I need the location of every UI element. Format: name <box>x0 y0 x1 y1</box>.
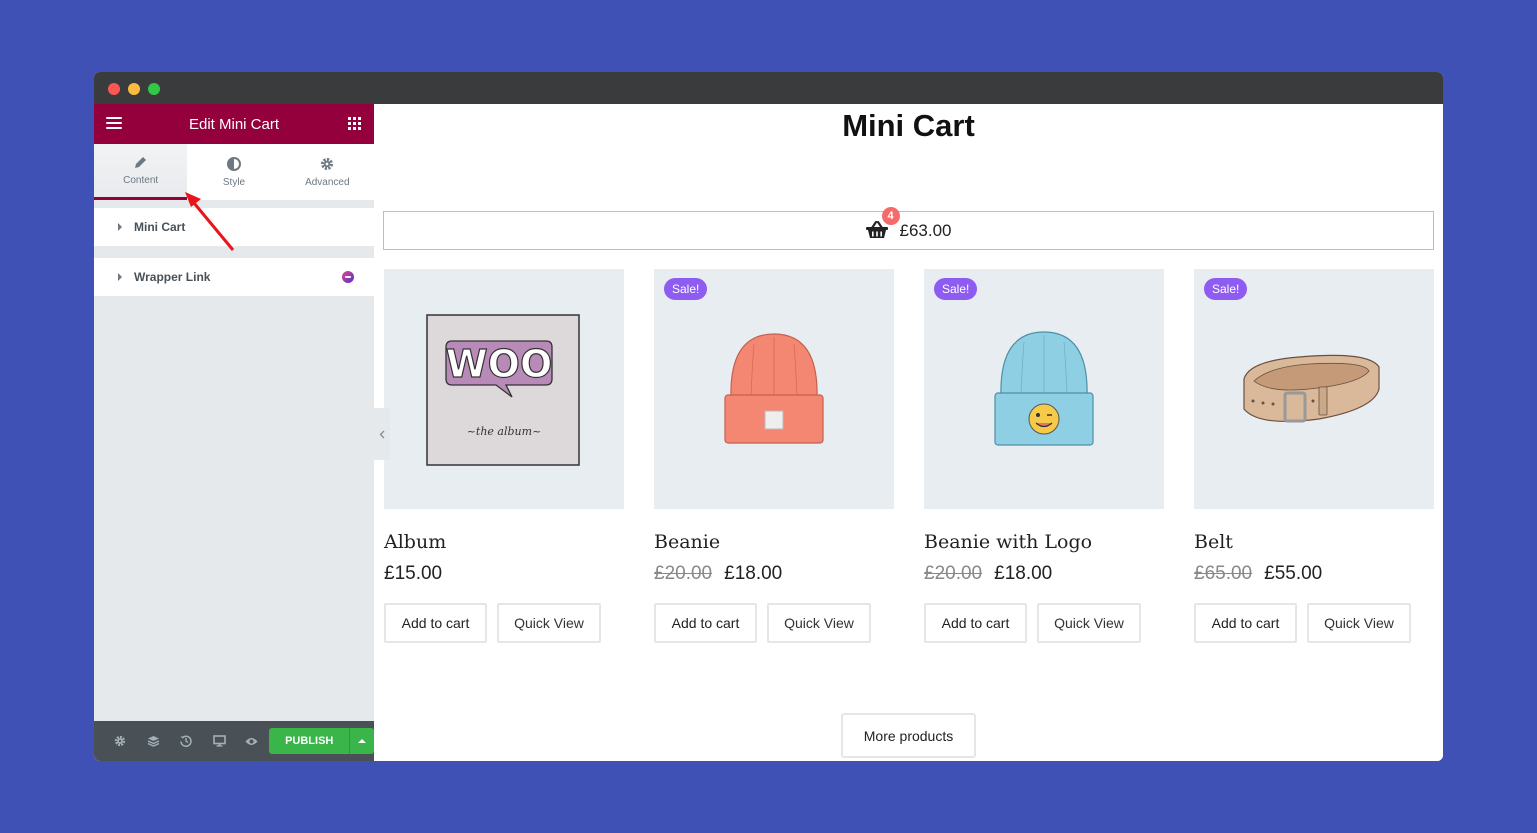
minimize-window-button[interactable] <box>128 83 140 95</box>
preview-eye-icon[interactable] <box>236 737 269 746</box>
product-image-belt[interactable]: Sale! <box>1194 269 1434 509</box>
mini-cart-widget[interactable]: 4 £63.00 <box>383 206 1434 250</box>
product-image-beanie-with-logo[interactable]: Sale! <box>924 269 1164 509</box>
maximize-window-button[interactable] <box>148 83 160 95</box>
panel-header: Edit Mini Cart <box>94 104 374 144</box>
publish-button[interactable]: PUBLISH <box>269 728 350 754</box>
tab-advanced-label: Advanced <box>305 176 350 188</box>
hamburger-menu-icon[interactable] <box>106 117 122 131</box>
caret-right-icon <box>118 223 122 231</box>
add-to-cart-button[interactable]: Add to cart <box>384 603 487 643</box>
panel-footer: PUBLISH <box>94 721 374 761</box>
layers-icon[interactable] <box>137 735 170 747</box>
tab-content[interactable]: Content <box>94 144 188 200</box>
section-label: Mini Cart <box>134 220 186 234</box>
section-mini-cart[interactable]: Mini Cart <box>94 208 374 246</box>
sale-price: £15.00 <box>384 563 443 584</box>
browser-window: Edit Mini Cart Content Style Advanced Mi… <box>94 72 1443 761</box>
quick-view-button[interactable]: Quick View <box>1307 603 1411 643</box>
history-icon[interactable] <box>170 735 203 747</box>
panel-tabs: Content Style Advanced <box>94 144 374 200</box>
product-card: Sale! Beanie £20.00 £18.00 Add to cart Qu… <box>654 269 894 643</box>
preview-canvas: Mini Cart 4 £63.00 WOO ~the album~ Album… <box>374 104 1443 761</box>
sale-price: £18.00 <box>994 563 1053 584</box>
product-price: £15.00 <box>384 563 624 585</box>
caret-right-icon <box>118 273 122 281</box>
sale-price: £18.00 <box>724 563 783 584</box>
page-title: Mini Cart <box>842 108 975 143</box>
more-products-button[interactable]: More products <box>841 713 976 758</box>
product-grid: WOO ~the album~ Album £15.00 Add to cart… <box>384 269 1434 643</box>
settings-icon[interactable] <box>104 735 137 747</box>
sale-badge: Sale! <box>1204 278 1248 300</box>
close-window-button[interactable] <box>108 83 120 95</box>
add-to-cart-button[interactable]: Add to cart <box>654 603 757 643</box>
caret-up-icon <box>358 739 367 743</box>
sale-badge: Sale! <box>664 278 708 300</box>
quick-view-button[interactable]: Quick View <box>497 603 601 643</box>
svg-text:~the album~: ~the album~ <box>467 425 542 438</box>
product-name[interactable]: Beanie with Logo <box>924 531 1164 553</box>
add-to-cart-button[interactable]: Add to cart <box>924 603 1027 643</box>
tab-advanced[interactable]: Advanced <box>281 144 374 200</box>
section-label: Wrapper Link <box>134 270 211 284</box>
regular-price: £20.00 <box>924 563 983 584</box>
product-card: WOO ~the album~ Album £15.00 Add to cart… <box>384 269 624 643</box>
add-to-cart-button[interactable]: Add to cart <box>1194 603 1297 643</box>
responsive-icon[interactable] <box>203 735 236 747</box>
cart-count-badge: 4 <box>881 206 900 225</box>
sale-price: £55.00 <box>1264 563 1323 584</box>
product-image-album[interactable]: WOO ~the album~ <box>384 269 624 509</box>
product-card: Sale! Belt £65.00 £55.00 Add to cart Quic… <box>1194 269 1434 643</box>
half-circle-icon <box>226 156 241 171</box>
svg-text:WOO: WOO <box>446 342 553 386</box>
product-price: £20.00 £18.00 <box>924 563 1164 585</box>
quick-view-button[interactable]: Quick View <box>767 603 871 643</box>
panel-title: Edit Mini Cart <box>188 115 280 133</box>
tab-style[interactable]: Style <box>187 144 280 200</box>
product-card: Sale! Beanie with Logo £20.00 £18.00 Add … <box>924 269 1164 643</box>
collapse-panel-button[interactable] <box>374 408 390 460</box>
product-price: £65.00 £55.00 <box>1194 563 1434 585</box>
widgets-grid-icon[interactable] <box>348 117 361 130</box>
editor-panel: Edit Mini Cart Content Style Advanced Mi… <box>94 104 374 761</box>
basket-icon: 4 <box>865 206 900 243</box>
chevron-left-icon <box>379 430 385 438</box>
product-name[interactable]: Beanie <box>654 531 894 553</box>
section-wrapper-link[interactable]: Wrapper Link <box>94 258 374 296</box>
product-image-beanie[interactable]: Sale! <box>654 269 894 509</box>
product-name[interactable]: Belt <box>1194 531 1434 553</box>
tab-style-label: Style <box>222 176 246 188</box>
title-bar <box>94 72 1443 104</box>
cart-total: £63.00 <box>899 220 952 240</box>
publish-options-button[interactable] <box>349 728 374 754</box>
gear-icon <box>321 157 334 170</box>
quick-view-button[interactable]: Quick View <box>1037 603 1141 643</box>
product-price: £20.00 £18.00 <box>654 563 894 585</box>
sale-badge: Sale! <box>934 278 978 300</box>
regular-price: £20.00 <box>654 563 713 584</box>
tab-content-label: Content <box>123 174 159 186</box>
addon-logo-icon <box>342 271 354 283</box>
product-name[interactable]: Album <box>384 531 624 553</box>
pencil-icon <box>135 156 147 168</box>
regular-price: £65.00 <box>1194 563 1253 584</box>
